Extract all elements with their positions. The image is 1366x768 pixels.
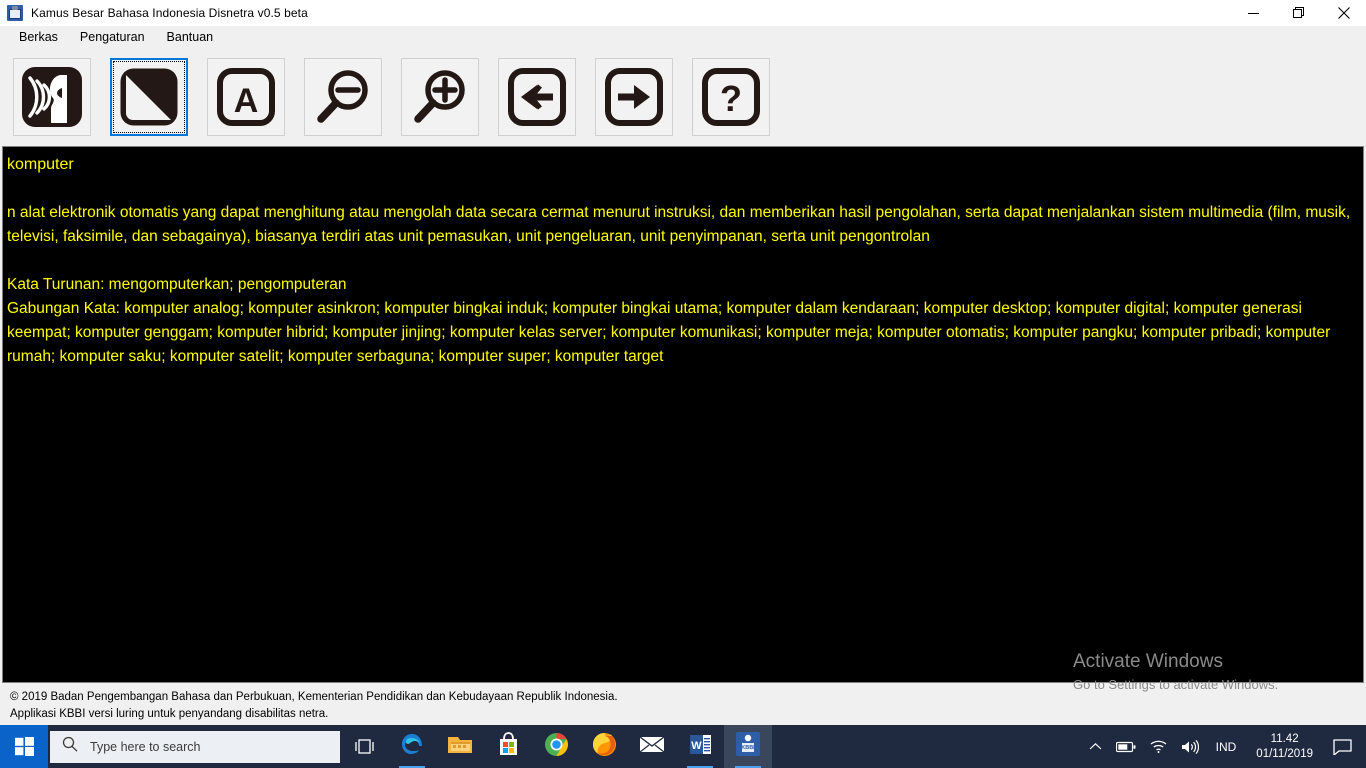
restore-icon[interactable] bbox=[1276, 0, 1321, 26]
taskbar-app-word[interactable]: W bbox=[676, 725, 724, 768]
font-size-button[interactable]: A bbox=[207, 58, 285, 136]
gabungan-kata: Gabungan Kata: komputer analog; komputer… bbox=[7, 300, 1331, 365]
taskbar-app-kbbi[interactable]: KBBI bbox=[724, 725, 772, 768]
zoom-out-icon bbox=[313, 67, 373, 127]
mail-icon bbox=[639, 735, 665, 759]
contrast-icon bbox=[119, 67, 179, 127]
contrast-button[interactable] bbox=[110, 58, 188, 136]
svg-text:KBBI: KBBI bbox=[741, 745, 755, 751]
search-input[interactable]: Type here to search bbox=[50, 730, 340, 763]
forward-button[interactable] bbox=[595, 58, 673, 136]
search-placeholder: Type here to search bbox=[90, 739, 201, 754]
taskbar-app-edge[interactable] bbox=[388, 725, 436, 768]
back-button[interactable] bbox=[498, 58, 576, 136]
window-controls bbox=[1231, 0, 1366, 26]
kata-turunan: Kata Turunan: mengomputerkan; pengompute… bbox=[7, 276, 347, 293]
help-question-icon: ? bbox=[701, 67, 761, 127]
taskbar-app-firefox[interactable] bbox=[580, 725, 628, 768]
clock-date: 01/11/2019 bbox=[1256, 747, 1313, 760]
kbbi-icon: KBBI bbox=[735, 731, 761, 762]
clock[interactable]: 11.42 01/11/2019 bbox=[1246, 732, 1323, 762]
edge-icon bbox=[400, 732, 425, 762]
menu-bar: Berkas Pengaturan Bantuan bbox=[0, 26, 1366, 48]
search-icon bbox=[62, 736, 78, 757]
help-button[interactable]: ? bbox=[692, 58, 770, 136]
menu-item-pengaturan[interactable]: Pengaturan bbox=[69, 28, 156, 46]
entry-word: komputer bbox=[7, 156, 74, 173]
windows-taskbar: Type here to search W KBBI IND 11.42 01/… bbox=[0, 725, 1366, 768]
volume-icon[interactable] bbox=[1174, 725, 1206, 768]
clock-time: 11.42 bbox=[1270, 732, 1299, 745]
status-bar: © 2019 Badan Pengembangan Bahasa dan Per… bbox=[0, 683, 1366, 725]
task-view-icon[interactable] bbox=[340, 725, 388, 768]
application-window: Kamus Besar Bahasa Indonesia Disnetra v0… bbox=[0, 0, 1366, 725]
zoom-out-button[interactable] bbox=[304, 58, 382, 136]
speech-icon bbox=[21, 66, 83, 128]
arrow-right-icon bbox=[604, 67, 664, 127]
taskbar-app-mail[interactable] bbox=[628, 725, 676, 768]
menu-item-berkas[interactable]: Berkas bbox=[8, 28, 69, 46]
taskbar-app-microsoft-store[interactable] bbox=[484, 725, 532, 768]
content-area: komputer n alat elektronik otomatis yang… bbox=[0, 146, 1366, 683]
language-indicator[interactable]: IND bbox=[1206, 725, 1247, 768]
app-description-line: Applikasi KBBI versi luring untuk penyan… bbox=[10, 708, 329, 720]
minimize-icon[interactable] bbox=[1231, 0, 1276, 26]
svg-text:W: W bbox=[691, 740, 702, 752]
windows-start-icon[interactable] bbox=[0, 725, 48, 768]
wifi-icon[interactable] bbox=[1143, 725, 1174, 768]
word-icon: W bbox=[689, 733, 712, 761]
zoom-in-button[interactable] bbox=[401, 58, 479, 136]
kbbi-book-icon bbox=[7, 4, 23, 21]
entry-definition: n alat elektronik otomatis yang dapat me… bbox=[7, 204, 1351, 245]
notification-icon[interactable] bbox=[1323, 725, 1364, 768]
battery-icon[interactable] bbox=[1109, 725, 1143, 768]
system-tray: IND 11.42 01/11/2019 bbox=[1082, 725, 1366, 768]
menu-item-bantuan[interactable]: Bantuan bbox=[156, 28, 225, 46]
speech-button[interactable] bbox=[13, 58, 91, 136]
taskbar-app-file-explorer[interactable] bbox=[436, 725, 484, 768]
toolbar: A ? bbox=[0, 48, 1366, 146]
title-bar: Kamus Besar Bahasa Indonesia Disnetra v0… bbox=[0, 0, 1366, 26]
chevron-up-icon[interactable] bbox=[1082, 725, 1109, 768]
chrome-icon bbox=[544, 732, 569, 762]
close-icon[interactable] bbox=[1321, 0, 1366, 26]
font-a-icon: A bbox=[216, 67, 276, 127]
taskbar-app-chrome[interactable] bbox=[532, 725, 580, 768]
arrow-left-icon bbox=[507, 67, 567, 127]
microsoft-store-icon bbox=[497, 732, 520, 761]
window-title: Kamus Besar Bahasa Indonesia Disnetra v0… bbox=[31, 5, 308, 20]
svg-text:?: ? bbox=[720, 78, 742, 119]
svg-text:A: A bbox=[234, 82, 259, 120]
file-explorer-icon bbox=[447, 733, 473, 760]
zoom-in-icon bbox=[410, 67, 470, 127]
copyright-line: © 2019 Badan Pengembangan Bahasa dan Per… bbox=[10, 691, 618, 703]
firefox-icon bbox=[592, 732, 617, 762]
dictionary-entry-panel[interactable]: komputer n alat elektronik otomatis yang… bbox=[2, 146, 1364, 683]
